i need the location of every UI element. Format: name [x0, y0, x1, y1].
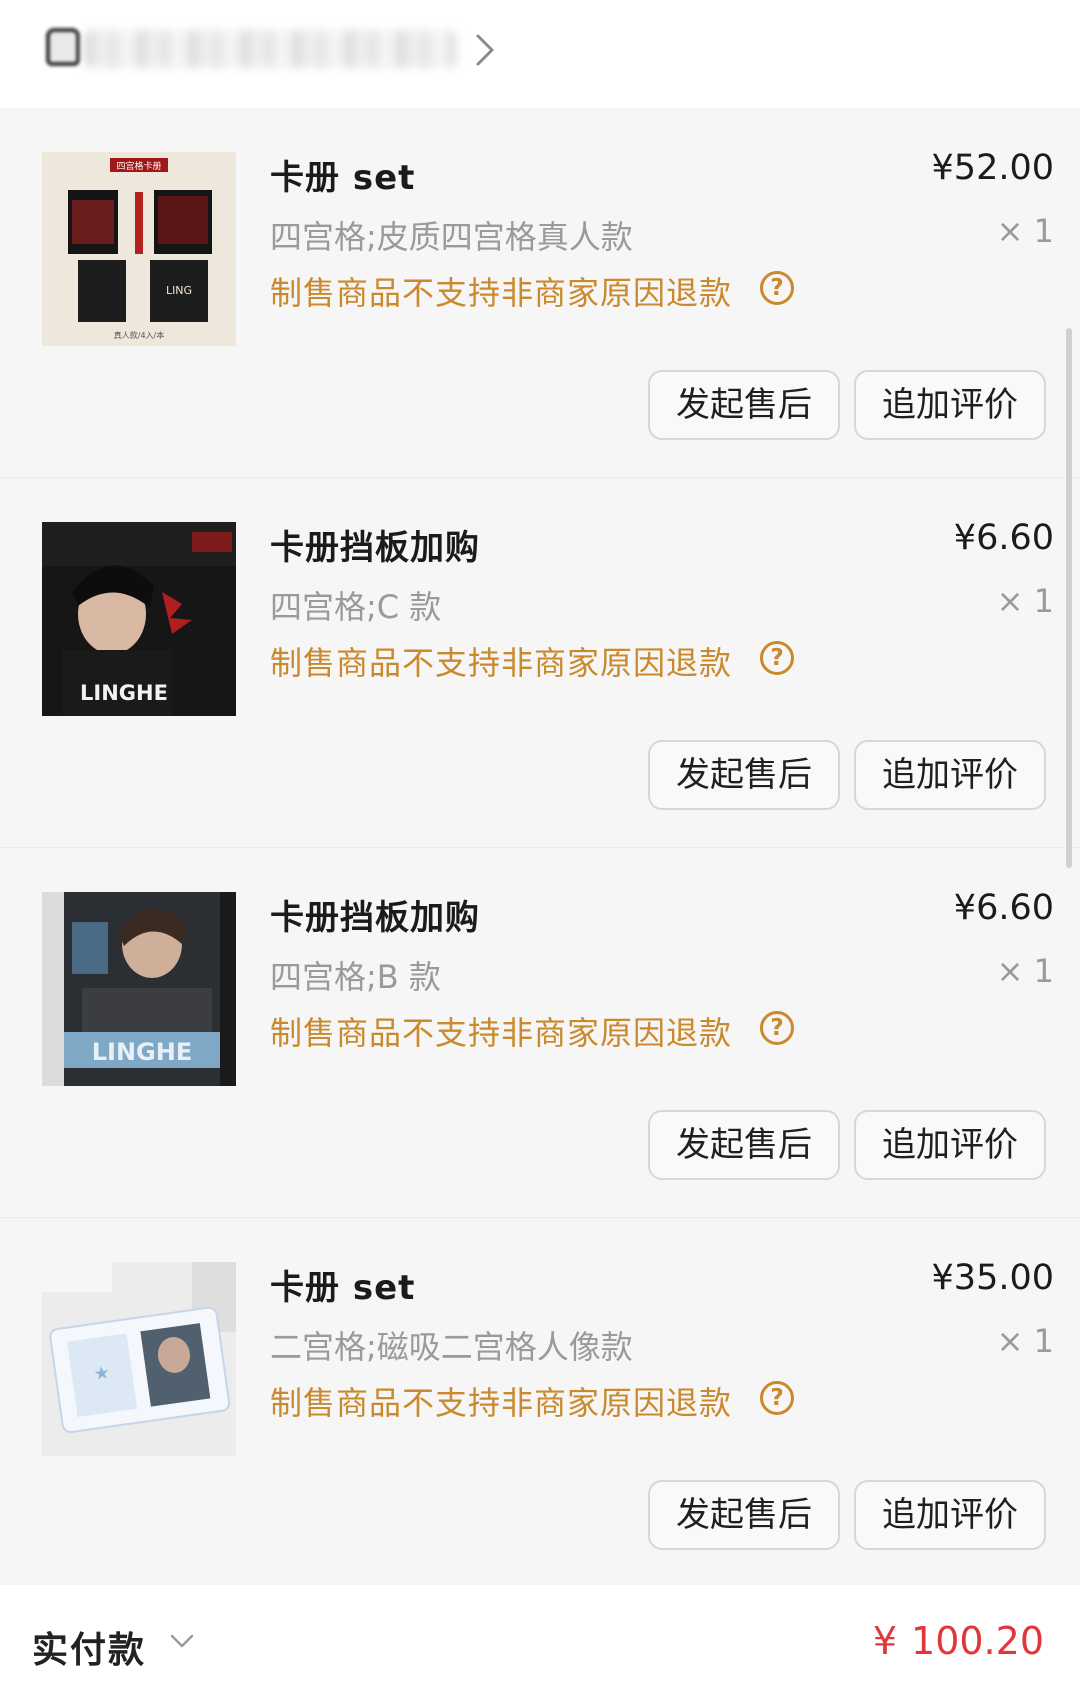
- paid-amount-label[interactable]: 实付款: [32, 1621, 146, 1673]
- product-sku: 四宫格;C 款: [270, 588, 442, 626]
- question-circle-icon[interactable]: ?: [760, 641, 794, 675]
- thumb-label: LINGHE: [80, 681, 168, 705]
- after-sale-button[interactable]: 发起售后: [648, 370, 840, 440]
- product-thumbnail[interactable]: LINGHE: [42, 522, 236, 716]
- svg-text:LING: LING: [166, 284, 192, 297]
- product-sku: 四宫格;皮质四宫格真人款: [270, 218, 633, 256]
- refund-notice: 制售商品不支持非商家原因退款: [270, 1384, 733, 1422]
- product-price: ¥52.00: [931, 148, 1054, 188]
- order-item: LINGHE 卡册挡板加购 ¥6.60 四宫格;B 款 × 1 制售商品不支持非…: [0, 848, 1080, 1217]
- paid-amount-value: 100.20: [911, 1619, 1044, 1663]
- order-item: LINGHE 卡册挡板加购 ¥6.60 四宫格;C 款 × 1 制售商品不支持非…: [0, 478, 1080, 847]
- after-sale-button[interactable]: 发起售后: [648, 740, 840, 810]
- product-thumbnail[interactable]: ★: [42, 1262, 236, 1456]
- add-review-button[interactable]: 追加评价: [854, 740, 1046, 810]
- product-title[interactable]: 卡册挡板加购: [270, 890, 480, 939]
- product-quantity: × 1: [996, 582, 1054, 620]
- product-quantity: × 1: [996, 952, 1054, 990]
- thumb-label: 四宫格卡册: [116, 160, 161, 172]
- thumb-footer: 真人款/4入/本: [114, 330, 164, 340]
- order-item: ★ 卡册 set ¥35.00 二宫格;磁吸二宫格人像款 × 1 制售商品不支持…: [0, 1218, 1080, 1587]
- question-circle-icon[interactable]: ?: [760, 271, 794, 305]
- after-sale-button[interactable]: 发起售后: [648, 1110, 840, 1180]
- order-item-list: 四宫格卡册 LING 真人款/4入/本 卡册 set ¥52.00 四宫格;皮质…: [0, 108, 1080, 1585]
- refund-notice: 制售商品不支持非商家原因退款: [270, 274, 733, 312]
- product-price: ¥6.60: [953, 888, 1054, 928]
- product-price: ¥6.60: [953, 518, 1054, 558]
- question-circle-icon[interactable]: ?: [760, 1011, 794, 1045]
- product-quantity: × 1: [996, 1322, 1054, 1360]
- product-thumbnail[interactable]: LINGHE: [42, 892, 236, 1086]
- order-detail-page: 四宫格卡册 LING 真人款/4入/本 卡册 set ¥52.00 四宫格;皮质…: [0, 0, 1080, 1694]
- thumb-label: LINGHE: [92, 1038, 193, 1066]
- payment-footer: 实付款 ¥100.20: [0, 1585, 1080, 1694]
- currency-symbol: ¥: [872, 1619, 898, 1663]
- after-sale-button[interactable]: 发起售后: [648, 1480, 840, 1550]
- refund-notice: 制售商品不支持非商家原因退款: [270, 1014, 733, 1052]
- add-review-button[interactable]: 追加评价: [854, 1480, 1046, 1550]
- chevron-down-icon[interactable]: [168, 1631, 196, 1651]
- paid-amount: ¥100.20: [873, 1619, 1044, 1663]
- scrollbar[interactable]: [1066, 328, 1072, 868]
- refund-notice: 制售商品不支持非商家原因退款: [270, 644, 733, 682]
- product-price: ¥35.00: [931, 1258, 1054, 1298]
- product-sku: 四宫格;B 款: [270, 958, 441, 996]
- add-review-button[interactable]: 追加评价: [854, 370, 1046, 440]
- question-circle-icon[interactable]: ?: [760, 1381, 794, 1415]
- shop-header[interactable]: [0, 0, 1080, 108]
- chevron-right-icon[interactable]: [470, 30, 500, 70]
- shop-name-redacted: [84, 30, 456, 68]
- product-sku: 二宫格;磁吸二宫格人像款: [270, 1328, 633, 1366]
- shop-icon: [46, 28, 80, 66]
- product-title[interactable]: 卡册挡板加购: [270, 520, 480, 569]
- product-quantity: × 1: [996, 212, 1054, 250]
- svg-text:★: ★: [92, 1362, 111, 1385]
- add-review-button[interactable]: 追加评价: [854, 1110, 1046, 1180]
- product-thumbnail[interactable]: 四宫格卡册 LING 真人款/4入/本: [42, 152, 236, 346]
- order-item: 四宫格卡册 LING 真人款/4入/本 卡册 set ¥52.00 四宫格;皮质…: [0, 108, 1080, 477]
- product-title[interactable]: 卡册 set: [270, 1260, 415, 1309]
- product-title[interactable]: 卡册 set: [270, 150, 415, 199]
